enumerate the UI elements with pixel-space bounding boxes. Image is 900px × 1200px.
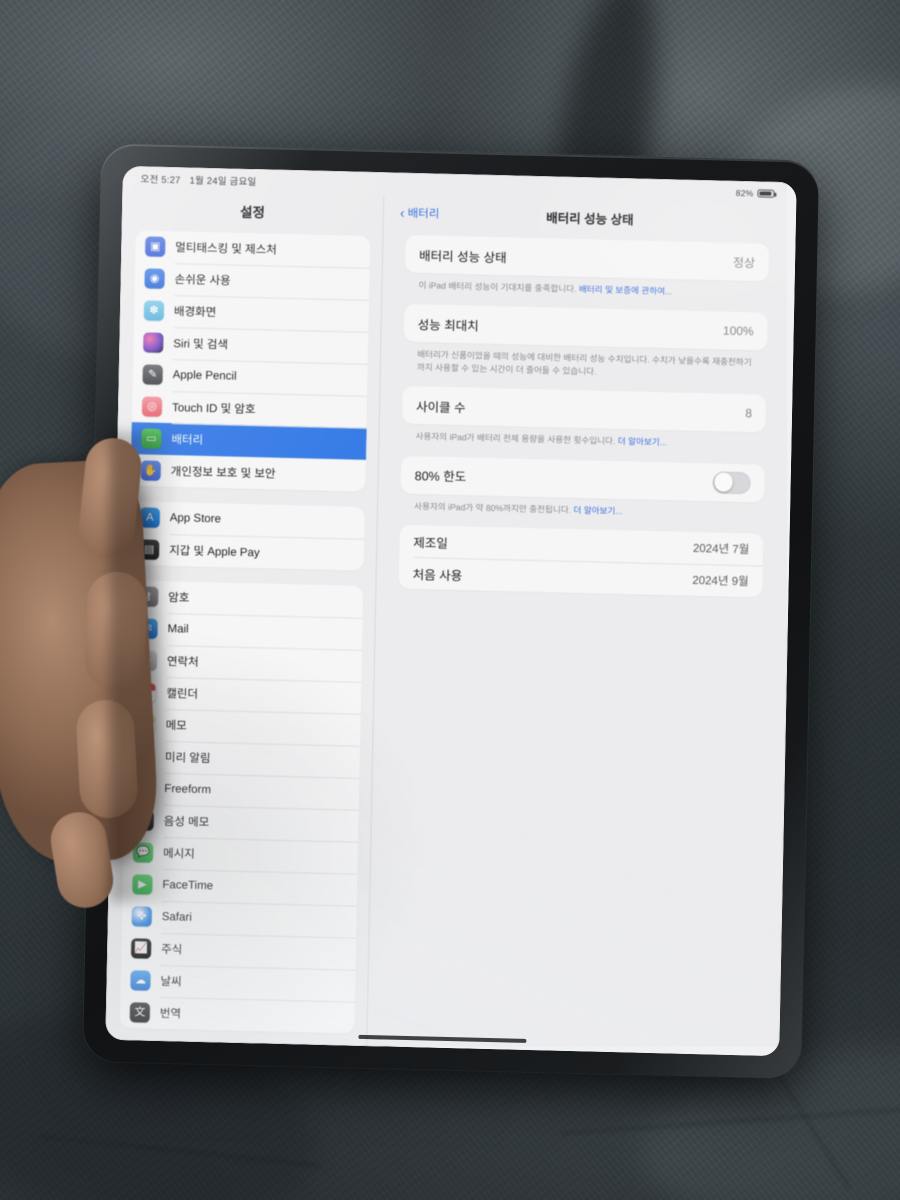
sidebar-item-label: 날씨: [160, 976, 182, 989]
max-capacity-label: 성능 최대치: [417, 318, 479, 334]
back-button[interactable]: ‹ 배터리: [399, 204, 440, 222]
weather-icon: ☁: [130, 970, 151, 991]
cycle-count-value: 8: [745, 406, 753, 421]
sidebar-item-label: 미리 알림: [164, 752, 211, 766]
sidebar-item-label: 주식: [161, 944, 183, 957]
siri-icon: [143, 332, 164, 353]
sidebar-item-label: 배경화면: [173, 306, 217, 320]
status-time: 오전 5:27: [140, 174, 181, 187]
contacts-icon: ☻: [136, 650, 158, 671]
battery-date-label: 제조일: [413, 535, 449, 551]
sidebar-item-label: Mail: [167, 623, 189, 636]
chevron-left-icon: ‹: [399, 204, 405, 221]
sidebar-item-label: 메모: [165, 720, 187, 733]
battery-date-value: 2024년 9월: [692, 575, 749, 589]
mail-icon: ✉: [137, 618, 158, 639]
battery-health-footnote-link[interactable]: 배터리 및 보증에 관하여...: [579, 284, 673, 296]
battery-icon: ▭: [141, 428, 162, 449]
charging-limit-toggle[interactable]: [712, 471, 751, 495]
facetime-icon: ▶: [132, 874, 153, 895]
sidebar-item-label: Siri 및 검색: [173, 338, 229, 352]
stocks-icon: 📈: [130, 938, 152, 959]
cycle-count-footnote-link[interactable]: 더 알아보기...: [618, 436, 667, 447]
sidebar-group: ⚷ 암호 ✉ Mail ☻ 연락처캘린더메모 ☰ 미리 알림 ✐ Freeform ▮ 음성 메모 💬 메…: [119, 580, 364, 1034]
sidebar-item-label: 손쉬운 사용: [174, 274, 231, 288]
sidebar-item-label: 지갑 및 Apple Pay: [169, 545, 260, 560]
sidebar-title: 설정: [239, 204, 266, 221]
sidebar-item-wallet[interactable]: ▤ 지갑 및 Apple Pay: [129, 533, 365, 571]
battery-date-value: 2024년 7월: [692, 543, 750, 557]
cycle-count-label: 사이클 수: [415, 399, 466, 416]
cycle-count-footnote-text: 사용자의 iPad가 배터리 전체 용량을 사용한 횟수입니다.: [415, 431, 618, 447]
sidebar-item-label: 연락처: [166, 656, 199, 669]
charging-limit-footnote-link[interactable]: 더 알아보기...: [573, 505, 622, 516]
safari-icon: ✜: [131, 906, 153, 927]
settings-split-view: 설정 ▣ 멀티태스킹 및 제스처 ◉ 손쉬운 사용 ✽ 배경화면 Siri 및 검색 ✎ App…: [105, 189, 797, 1057]
sidebar-item-label: App Store: [169, 512, 222, 526]
ipad-device: 오전 5:27 1월 24일 금요일 82% 설정 ▣ 멀티태스킹 및 제스처 ◉ 손…: [82, 143, 820, 1079]
reminders-icon: ☰: [134, 746, 156, 767]
touch-id-icon: ◎: [141, 396, 163, 417]
sidebar-item-label: 암호: [168, 592, 190, 605]
toggle-knob: [714, 472, 734, 493]
app-store-icon: A: [139, 507, 161, 528]
quilt-seam: [40, 1135, 320, 1167]
sidebar-item-label: Safari: [161, 911, 192, 924]
battery-dates-card: 제조일 2024년 7월처음 사용 2024년 9월: [398, 524, 764, 598]
sidebar-item-label: Apple Pencil: [172, 369, 237, 383]
sidebar-item-label: Freeform: [164, 783, 212, 797]
sidebar-item-translate[interactable]: 文 번역: [120, 996, 356, 1034]
sidebar-item-label: 음성 메모: [163, 816, 210, 830]
ipad-screen: 오전 5:27 1월 24일 금요일 82% 설정 ▣ 멀티태스킹 및 제스처 ◉ 손…: [105, 165, 797, 1057]
sidebar-item-label: 멀티태스킹 및 제스처: [175, 242, 277, 257]
translate-icon: 文: [129, 1002, 151, 1023]
settings-sidebar[interactable]: 설정 ▣ 멀티태스킹 및 제스처 ◉ 손쉬운 사용 ✽ 배경화면 Siri 및 검색 ✎ App…: [105, 189, 385, 1047]
multitasking-icon: ▣: [145, 236, 166, 257]
sidebar-item-label: 배터리: [171, 434, 204, 447]
sidebar-item-label: 번역: [159, 1008, 182, 1021]
sidebar-item-label: FaceTime: [162, 879, 214, 893]
battery-icon: [757, 189, 775, 199]
apple-pencil-icon: ✎: [142, 364, 163, 385]
page-title: 배터리 성능 상태: [546, 210, 634, 227]
sidebar-scroll-area[interactable]: ▣ 멀티태스킹 및 제스처 ◉ 손쉬운 사용 ✽ 배경화면 Siri 및 검색 ✎ Apple …: [105, 230, 382, 1046]
wallpaper-icon: ✽: [143, 300, 165, 321]
freeform-icon: ✐: [134, 778, 155, 799]
sidebar-item-label: Touch ID 및 암호: [171, 402, 256, 417]
battery-date-label: 처음 사용: [412, 567, 463, 584]
back-button-label: 배터리: [407, 207, 440, 221]
sidebar-item-label: 메시지: [162, 848, 195, 861]
notes-icon: [135, 714, 156, 735]
sidebar-item-label: 캘린더: [166, 688, 199, 701]
quilt-seam: [560, 1107, 900, 1135]
privacy-hand-icon: ✋: [140, 460, 161, 481]
passwords-key-icon: ⚷: [138, 586, 159, 607]
battery-percent-label: 82%: [735, 187, 754, 199]
sidebar-item-privacy-hand[interactable]: ✋ 개인정보 보호 및 보안: [130, 454, 366, 492]
calendar-icon: [136, 682, 157, 703]
voice-memos-icon: ▮: [133, 810, 154, 831]
battery-health-label: 배터리 성능 상태: [418, 248, 507, 265]
battery-health-value: 정상: [732, 255, 756, 270]
sidebar-group: ▣ 멀티태스킹 및 제스처 ◉ 손쉬운 사용 ✽ 배경화면 Siri 및 검색 ✎ Apple …: [130, 230, 371, 492]
battery-health-detail-pane: ‹ 배터리 배터리 성능 상태 배터리 성능 상태 정상 이 iPad 배터리 …: [367, 196, 797, 1057]
charging-limit-footnote-text: 사용자의 iPad가 약 80%까지만 충전됩니다.: [414, 500, 574, 515]
charging-limit-label: 80% 한도: [414, 469, 467, 485]
sidebar-group: A App Store ▤ 지갑 및 Apple Pay: [128, 501, 366, 571]
battery-health-footnote-text: 이 iPad 배터리 성능이 기대치를 충족합니다.: [418, 280, 580, 295]
messages-icon: 💬: [132, 842, 154, 863]
sidebar-item-label: 개인정보 보호 및 보안: [170, 466, 276, 481]
status-date: 1월 24일 금요일: [189, 175, 257, 189]
max-capacity-value: 100%: [722, 324, 754, 339]
detail-content: 배터리 성능 상태 정상 이 iPad 배터리 성능이 기대치를 충족합니다. …: [367, 228, 795, 1056]
wallet-icon: ▤: [138, 539, 160, 560]
accessibility-icon: ◉: [144, 268, 165, 289]
